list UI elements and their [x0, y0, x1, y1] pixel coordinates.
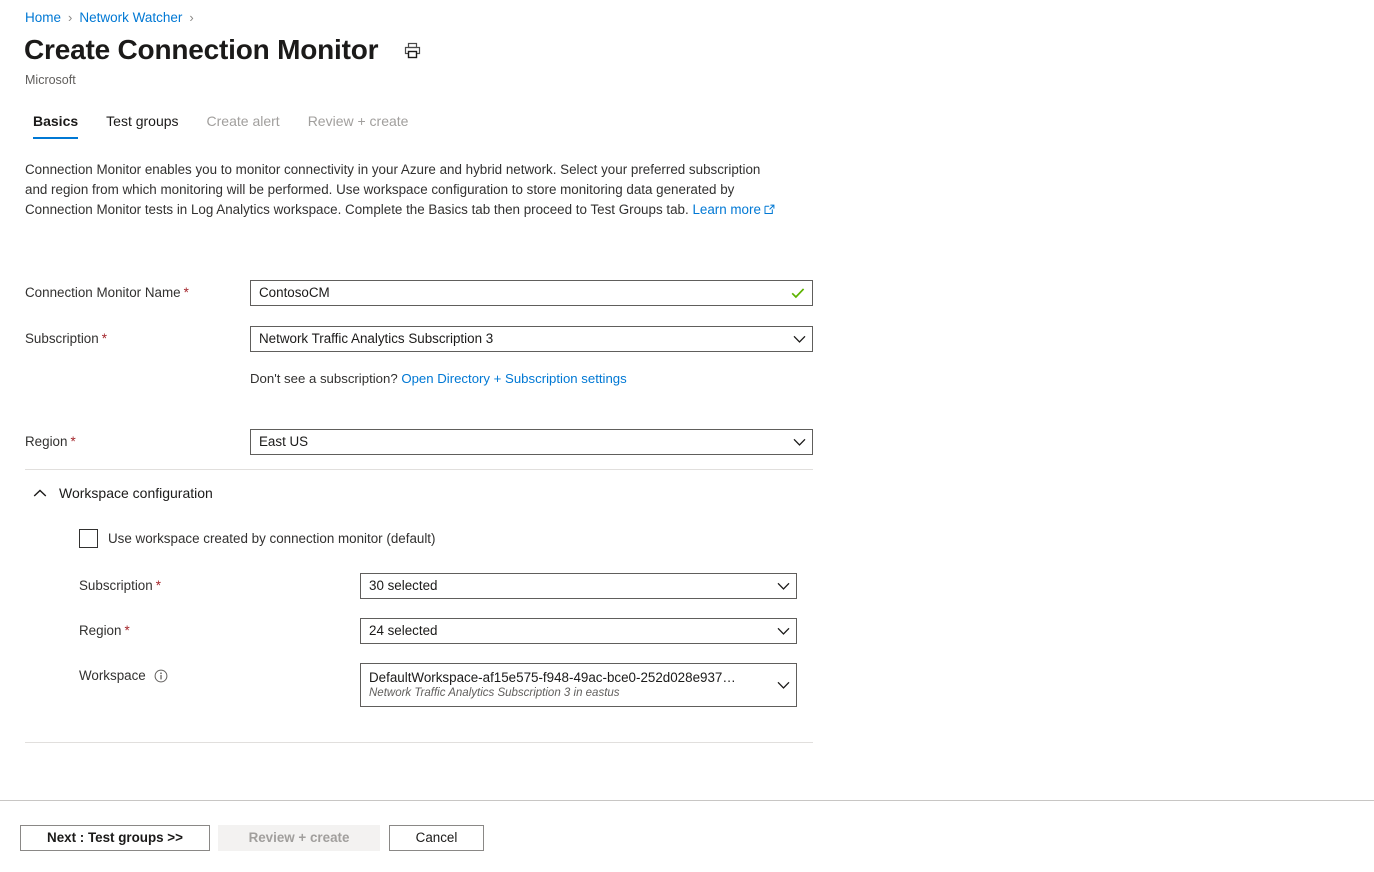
- chevron-down-icon: [770, 582, 796, 591]
- tab-create-alert: Create alert: [193, 112, 294, 139]
- next-test-groups-button[interactable]: Next : Test groups >>: [20, 825, 210, 851]
- workspace-configuration-title: Workspace configuration: [59, 485, 213, 501]
- description-text: Connection Monitor enables you to monito…: [25, 160, 785, 222]
- learn-more-link[interactable]: Learn more: [692, 202, 760, 217]
- required-asterisk: *: [124, 623, 129, 638]
- title-row: Create Connection Monitor: [24, 32, 426, 68]
- field-row-workspace: Workspace DefaultWorkspace-af15e575-f948…: [79, 663, 819, 707]
- required-asterisk: *: [184, 285, 189, 300]
- workspace-configuration-section-header[interactable]: Workspace configuration: [25, 481, 213, 505]
- connection-monitor-name-label: Connection Monitor Name*: [25, 280, 250, 302]
- field-row-region: Region* East US: [25, 429, 815, 455]
- chevron-down-icon: [786, 335, 812, 344]
- workspace-value: DefaultWorkspace-af15e575-f948-49ac-bce0…: [369, 669, 770, 686]
- subscription-help-prefix: Don't see a subscription?: [250, 371, 401, 386]
- chevron-down-icon: [770, 664, 796, 706]
- subscription-label: Subscription*: [25, 326, 250, 348]
- connection-monitor-name-input[interactable]: ContosoCM: [250, 280, 813, 306]
- required-asterisk: *: [70, 434, 75, 449]
- page-title: Create Connection Monitor: [24, 32, 378, 68]
- info-icon[interactable]: [154, 669, 168, 683]
- footer-actions: Next : Test groups >> Review + create Ca…: [20, 825, 484, 851]
- external-link-icon: [764, 201, 775, 221]
- required-asterisk: *: [102, 331, 107, 346]
- use-default-workspace-checkbox[interactable]: Use workspace created by connection moni…: [79, 529, 436, 548]
- connection-monitor-name-value: ContosoCM: [251, 284, 784, 302]
- workspace-region-label: Region*: [79, 618, 360, 640]
- workspace-subtext: Network Traffic Analytics Subscription 3…: [369, 686, 770, 701]
- use-default-workspace-label: Use workspace created by connection moni…: [108, 531, 436, 546]
- subscription-dropdown[interactable]: Network Traffic Analytics Subscription 3: [250, 326, 813, 352]
- field-row-workspace-subscription: Subscription* 30 selected: [79, 573, 819, 599]
- region-label: Region*: [25, 429, 250, 451]
- section-divider-top: [25, 469, 813, 470]
- breadcrumb-separator-icon: ›: [68, 9, 72, 27]
- workspace-value-stack: DefaultWorkspace-af15e575-f948-49ac-bce0…: [361, 664, 770, 706]
- workspace-region-value: 24 selected: [361, 622, 770, 640]
- chevron-up-icon: [25, 481, 55, 505]
- checkbox-box: [79, 529, 98, 548]
- tab-test-groups[interactable]: Test groups: [92, 112, 192, 139]
- tab-review-create: Review + create: [294, 112, 423, 139]
- workspace-label: Workspace: [79, 663, 360, 685]
- cancel-button[interactable]: Cancel: [389, 825, 484, 851]
- subscription-help-text: Don't see a subscription? Open Directory…: [250, 371, 627, 386]
- section-divider-bottom: [25, 742, 813, 743]
- breadcrumb-separator-icon-2: ›: [189, 9, 193, 27]
- review-create-button: Review + create: [218, 825, 380, 851]
- tab-basics[interactable]: Basics: [25, 112, 92, 139]
- create-connection-monitor-page: Home › Network Watcher › Create Connecti…: [0, 0, 1374, 872]
- open-directory-subscription-settings-link[interactable]: Open Directory + Subscription settings: [401, 371, 626, 386]
- field-row-workspace-region: Region* 24 selected: [79, 618, 819, 644]
- required-asterisk: *: [156, 578, 161, 593]
- workspace-subscription-dropdown[interactable]: 30 selected: [360, 573, 797, 599]
- field-row-connection-monitor-name: Connection Monitor Name* ContosoCM: [25, 280, 815, 306]
- workspace-region-dropdown[interactable]: 24 selected: [360, 618, 797, 644]
- chevron-down-icon: [770, 627, 796, 636]
- print-icon[interactable]: [398, 36, 426, 64]
- checkmark-icon: [784, 287, 812, 299]
- description-body: Connection Monitor enables you to monito…: [25, 162, 760, 217]
- subscription-value: Network Traffic Analytics Subscription 3: [251, 330, 786, 348]
- page-subtitle: Microsoft: [25, 73, 76, 87]
- breadcrumb-item-network-watcher[interactable]: Network Watcher: [79, 9, 182, 27]
- workspace-subscription-label: Subscription*: [79, 573, 360, 595]
- field-row-subscription: Subscription* Network Traffic Analytics …: [25, 326, 815, 352]
- region-dropdown[interactable]: East US: [250, 429, 813, 455]
- chevron-down-icon: [786, 438, 812, 447]
- footer-divider: [0, 800, 1374, 801]
- workspace-dropdown[interactable]: DefaultWorkspace-af15e575-f948-49ac-bce0…: [360, 663, 797, 707]
- region-value: East US: [251, 433, 786, 451]
- workspace-subscription-value: 30 selected: [361, 577, 770, 595]
- tab-bar: Basics Test groups Create alert Review +…: [25, 112, 422, 139]
- breadcrumb-item-home[interactable]: Home: [25, 9, 61, 27]
- breadcrumb: Home › Network Watcher ›: [25, 9, 201, 27]
